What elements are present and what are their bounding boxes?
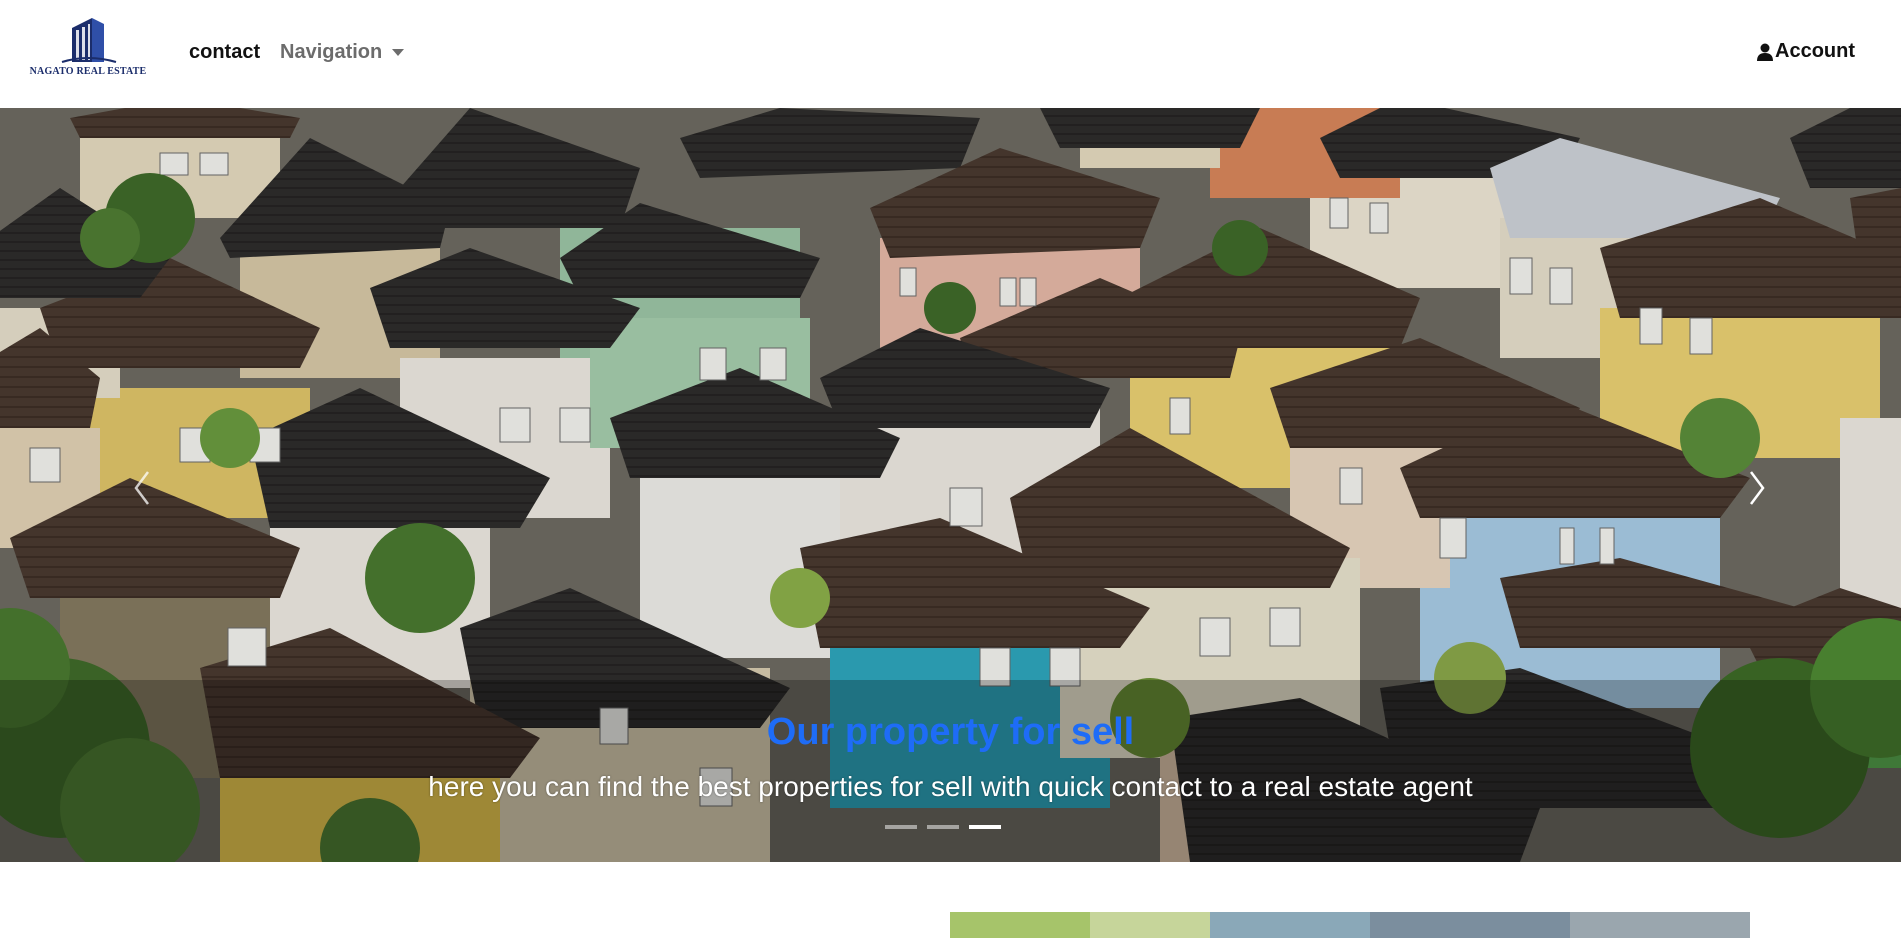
- chevron-right-icon: [1750, 471, 1765, 505]
- building-logo-icon: [61, 18, 117, 63]
- carousel-caption-title: Our property for sell: [766, 711, 1135, 753]
- nav-navigation-dropdown[interactable]: Navigation: [280, 40, 405, 64]
- carousel-indicator-1[interactable]: [885, 825, 917, 829]
- carousel-indicators: [885, 825, 1001, 829]
- carousel-indicator-3[interactable]: [969, 825, 1001, 829]
- carousel-prev-button[interactable]: [122, 458, 162, 518]
- hero-carousel: Our property for sell here you can find …: [0, 108, 1901, 862]
- navbar: NAGATO REAL ESTATE contact Navigation Ac…: [0, 0, 1901, 108]
- account-link[interactable]: Account: [1757, 40, 1855, 63]
- carousel-caption-subtitle: here you can find the best properties fo…: [428, 771, 1473, 802]
- user-icon: [1757, 43, 1773, 61]
- nav-navigation-label: Navigation: [280, 41, 383, 63]
- brand-name: NAGATO REAL ESTATE: [29, 66, 147, 77]
- account-label: Account: [1775, 40, 1855, 62]
- carousel-next-button[interactable]: [1737, 458, 1777, 518]
- brand-link[interactable]: NAGATO REAL ESTATE: [18, 18, 158, 80]
- nav-contact-link[interactable]: contact: [189, 40, 260, 64]
- chevron-left-icon: [134, 471, 149, 505]
- property-image-preview: [950, 912, 1750, 938]
- carousel-indicator-2[interactable]: [927, 825, 959, 829]
- caret-down-icon: [392, 48, 405, 56]
